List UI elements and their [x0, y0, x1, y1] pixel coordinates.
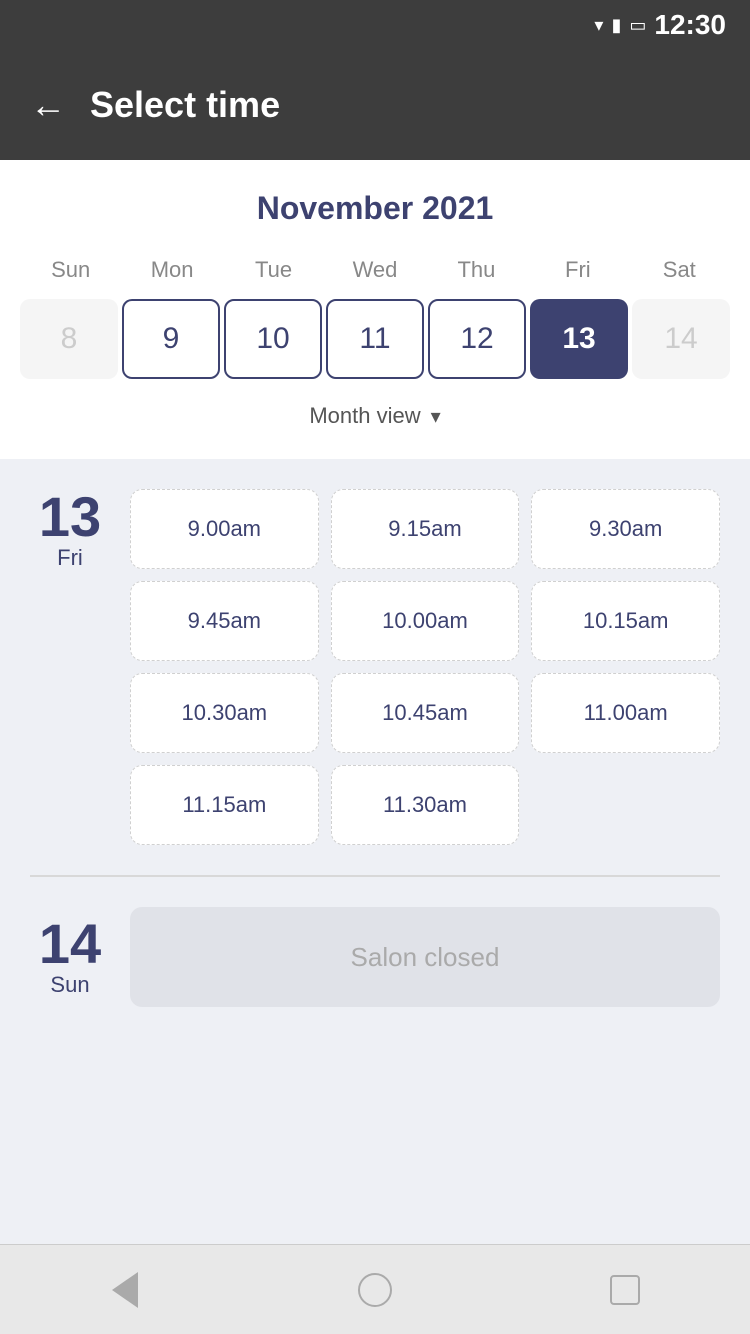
weekday-headers: Sun Mon Tue Wed Thu Fri Sat [20, 251, 730, 289]
time-slot-930am[interactable]: 9.30am [531, 489, 720, 569]
status-time: 12:30 [654, 9, 726, 41]
battery-icon: ▭ [629, 15, 646, 36]
time-grid-13: 9.00am 9.15am 9.30am 9.45am 10.00am 10.1… [130, 489, 720, 845]
time-slot-915am[interactable]: 9.15am [331, 489, 520, 569]
time-slot-1100am[interactable]: 11.00am [531, 673, 720, 753]
time-slot-1000am[interactable]: 10.00am [331, 581, 520, 661]
month-view-label: Month view [309, 403, 420, 429]
time-slot-1045am[interactable]: 10.45am [331, 673, 520, 753]
chevron-down-icon: ▾ [431, 404, 441, 429]
weekday-sun: Sun [20, 251, 121, 289]
top-bar: ← Select time [0, 50, 750, 160]
time-slot-1015am[interactable]: 10.15am [531, 581, 720, 661]
day-name-14: Sun [50, 972, 89, 998]
day-block-13: 13 Fri 9.00am 9.15am 9.30am 9.45am 10.00… [0, 459, 750, 875]
day-cell-13[interactable]: 13 [530, 299, 628, 379]
time-slot-945am[interactable]: 9.45am [130, 581, 319, 661]
signal-icon: ▮ [611, 15, 621, 36]
day-cell-8[interactable]: 8 [20, 299, 118, 379]
back-nav-icon [112, 1272, 138, 1308]
status-bar: ▾ ▮ ▭ 12:30 [0, 0, 750, 50]
weekday-thu: Thu [426, 251, 527, 289]
day-cell-9[interactable]: 9 [122, 299, 220, 379]
salon-closed-label: Salon closed [130, 907, 720, 1007]
day-cell-11[interactable]: 11 [326, 299, 424, 379]
day-number-14: 14 [39, 916, 101, 972]
week-row: 8 9 10 11 12 13 14 [20, 299, 730, 379]
day-number-13: 13 [39, 489, 101, 545]
day-label-13: 13 Fri [30, 489, 110, 845]
day-name-13: Fri [57, 545, 83, 571]
day-cell-12[interactable]: 12 [428, 299, 526, 379]
month-view-toggle[interactable]: Month view ▾ [20, 389, 730, 449]
time-section: 13 Fri 9.00am 9.15am 9.30am 9.45am 10.00… [0, 459, 750, 1244]
home-nav-button[interactable] [345, 1260, 405, 1320]
time-slot-1115am[interactable]: 11.15am [130, 765, 319, 845]
weekday-fri: Fri [527, 251, 628, 289]
time-slot-1030am[interactable]: 10.30am [130, 673, 319, 753]
weekday-wed: Wed [324, 251, 425, 289]
weekday-sat: Sat [629, 251, 730, 289]
home-nav-icon [358, 1273, 392, 1307]
time-slot-1130am[interactable]: 11.30am [331, 765, 520, 845]
wifi-icon: ▾ [594, 15, 603, 36]
recent-nav-button[interactable] [595, 1260, 655, 1320]
weekday-tue: Tue [223, 251, 324, 289]
recent-nav-icon [610, 1275, 640, 1305]
page-title: Select time [90, 84, 280, 126]
weekday-mon: Mon [121, 251, 222, 289]
day-label-14: 14 Sun [30, 916, 110, 998]
time-slot-900am[interactable]: 9.00am [130, 489, 319, 569]
day-cell-10[interactable]: 10 [224, 299, 322, 379]
back-button[interactable]: ← [30, 87, 66, 123]
month-year-label: November 2021 [20, 190, 730, 227]
day-block-14: 14 Sun Salon closed [0, 877, 750, 1037]
calendar-section: November 2021 Sun Mon Tue Wed Thu Fri Sa… [0, 160, 750, 459]
day-cell-14[interactable]: 14 [632, 299, 730, 379]
status-icons: ▾ ▮ ▭ 12:30 [594, 9, 726, 41]
back-nav-button[interactable] [95, 1260, 155, 1320]
bottom-nav [0, 1244, 750, 1334]
